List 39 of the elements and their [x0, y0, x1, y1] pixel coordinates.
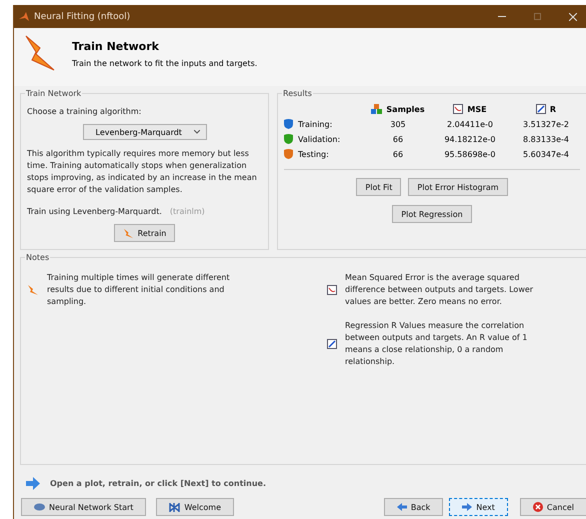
plot-button[interactable]: Plot Regression	[392, 205, 472, 223]
table-cell-text: 3.51327e-2	[522, 120, 570, 128]
note-text: Regression R Values measure the correlation between outputs and targets. An R value of 1 means a close relationship, 0 a random relationship.	[345, 320, 528, 368]
retrain-button[interactable]: Retrain	[114, 224, 176, 242]
table-cell-text: 305	[389, 120, 407, 128]
algorithm-dropdown[interactable]: Levenberg-Marquardt	[82, 124, 206, 140]
prompt-label: Choose a training algorithm:	[27, 106, 142, 118]
row-label: Validation:	[298, 134, 340, 144]
window-title: Neural Fitting (nftool)	[34, 12, 130, 22]
plot-button[interactable]: Plot Fit	[356, 178, 402, 196]
column-header: MSE	[428, 104, 512, 114]
column-header: R	[512, 104, 580, 114]
row-label: Testing:	[298, 150, 329, 158]
table-cell-text: 2.04411e-0	[446, 120, 494, 128]
nav-button[interactable]: Welcome	[156, 498, 234, 516]
plot-button[interactable]: Plot Error Histogram	[408, 178, 508, 196]
table-cell-text: 94.18212e-0	[443, 134, 497, 144]
note-text: Training multiple times will generate different results due to different initial conditions and sampling.	[47, 272, 231, 308]
nav-button[interactable]: Back	[384, 498, 444, 516]
panel-legend: Train Network	[25, 89, 82, 98]
nav-button[interactable]: Next	[449, 498, 508, 516]
table-cell-text: 5.60347e-4	[522, 150, 570, 158]
table-cell-text: 8.83133e-4	[522, 134, 570, 144]
function-label: (trainlm)	[170, 206, 205, 218]
page-title: Train Network	[72, 40, 160, 53]
panel-legend: Results	[282, 89, 313, 98]
column-header: Samples	[368, 104, 428, 114]
table-cell-text: 95.58698e-0	[443, 150, 497, 158]
status-message: Open a plot, retrain, or click [Next] to continue.	[50, 478, 266, 490]
panel-legend: Notes	[25, 253, 50, 262]
nav-button[interactable]: Neural Network Start	[21, 498, 146, 516]
row-label: Training:	[298, 120, 332, 128]
algorithm-description: This algorithm typically requires more memory but less time. Training automatically stops when generalization stops improving, as indicated by an increase in the mean square error of the validation samples.	[27, 148, 258, 196]
nav-button[interactable]: Cancel	[520, 498, 586, 516]
train-using-label: Train using Levenberg-Marquardt.	[27, 206, 162, 218]
table-cell-text: 66	[392, 150, 404, 158]
page-subtitle: Train the network to fit the inputs and targets.	[72, 59, 258, 68]
table-cell-text: 66	[392, 134, 404, 144]
note-text: Mean Squared Error is the average squared difference between outputs and targets. Lower values are better. Zero means no error.	[345, 272, 534, 308]
